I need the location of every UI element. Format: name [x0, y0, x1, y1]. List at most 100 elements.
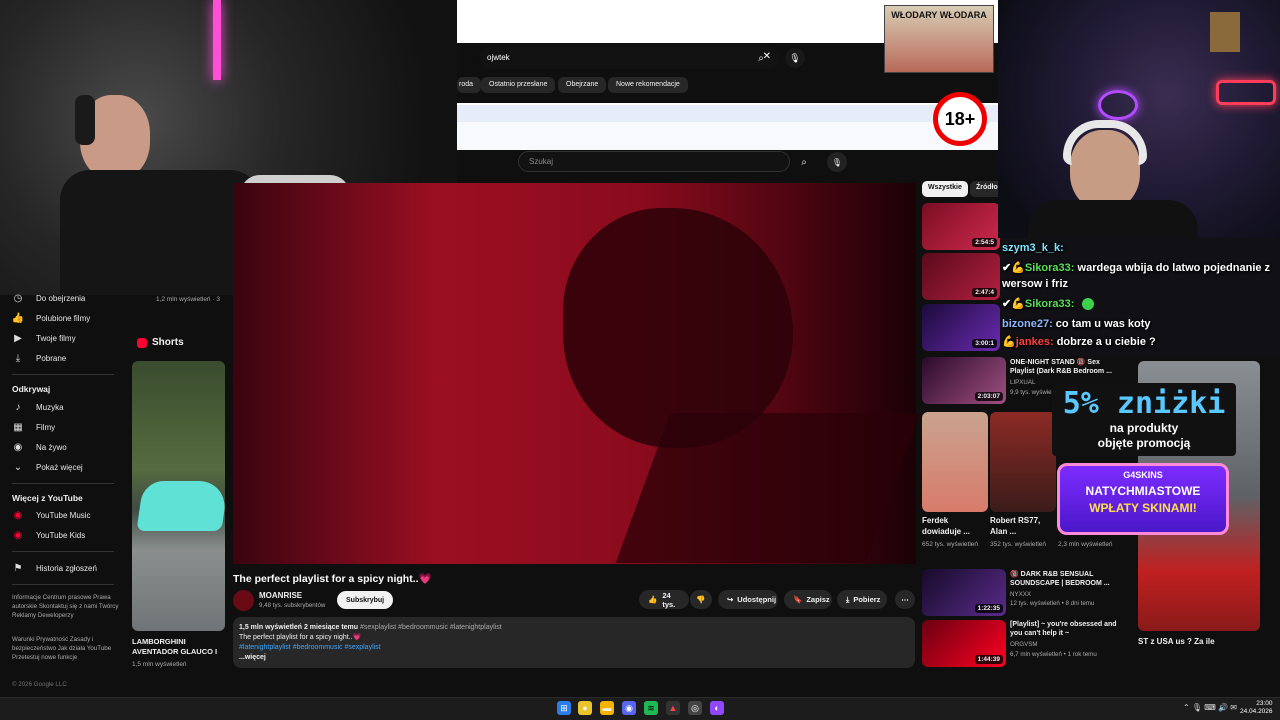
rec-channel-5[interactable]: NYXXX [1010, 591, 1031, 598]
folder-icon[interactable]: ▬ [600, 701, 614, 715]
chip-watched[interactable]: Obejrzane [558, 77, 607, 93]
sidebar-item-top_items-1[interactable]: 👍 Polubione filmy [12, 311, 90, 325]
sidebar-label: Muzyka [36, 402, 64, 412]
clock[interactable]: 23:00 24.04.2026 [1240, 700, 1273, 716]
sidebar-item-explore_items-1[interactable]: ▦ Filmy [12, 420, 55, 434]
footer-links-2[interactable]: Warunki Prywatność Zasady i bezpieczeńst… [12, 635, 122, 662]
video-views: 1,2 mln wyświetleń · 3 [156, 296, 220, 303]
rec-channel-4[interactable]: LIPXUAL [1010, 379, 1035, 386]
sidebar-label: Pobrane [36, 353, 67, 363]
start-icon[interactable]: ⊞ [557, 701, 571, 715]
rec-thumb-3[interactable]: 3:00:1 [922, 304, 1000, 351]
download-icon: ⤓ [15, 352, 21, 364]
badge-icon: ✔💪 [1002, 262, 1025, 274]
show-more-link[interactable]: ...więcej [239, 653, 909, 663]
short-thumb-ferdek[interactable] [922, 412, 988, 512]
chat-text-5: dobrze a u ciebie ? [1056, 336, 1156, 348]
wlodary-banner: WŁODARY WŁODARA [884, 5, 994, 73]
rec-meta-6: 6,7 mln wyświetleń • 1 rok temu [1010, 651, 1097, 658]
chip-new-recs[interactable]: Nowe rekomendacje [608, 77, 688, 93]
search-placeholder: Szukaj [529, 157, 554, 166]
download-button[interactable]: ⤓ Pobierz [837, 590, 887, 609]
chip-recent[interactable]: Ostatnio przesłane [481, 77, 556, 93]
rec-duration-4: 2:03:07 [974, 392, 1003, 401]
sidebar-label: YouTube Kids [36, 530, 86, 540]
sidebar-heading-more: Więcej z YouTube [12, 493, 83, 503]
spotify-icon[interactable]: ≋ [644, 701, 658, 715]
discord-icon[interactable]: ◉ [622, 701, 636, 715]
top-search-input[interactable]: ojwtek ✕ [479, 47, 779, 69]
rec-title-4[interactable]: ONE-NIGHT STAND 🔞 Sex Playlist (Dark R&B… [1010, 358, 1120, 376]
rec-duration-2: 2:47:4 [972, 288, 997, 297]
save-button[interactable]: 🔖 Zapisz [784, 590, 832, 609]
main-mic-icon[interactable]: 🎙 [827, 152, 847, 172]
chat-user-1: szym3_k_k: [1002, 242, 1064, 254]
sidebar-item-explore_items-3[interactable]: ⌄ Pokaż więcej [12, 460, 83, 474]
share-button[interactable]: ↪ Udostępnij [718, 590, 778, 609]
sidebar-item-explore_items-2[interactable]: ◉ Na żywo [12, 440, 67, 454]
channel-avatar[interactable] [233, 590, 254, 611]
mic-icon[interactable]: 🎙 [785, 48, 805, 68]
rec-thumb-2[interactable]: 2:47:4 [922, 253, 1000, 300]
app-icon[interactable]: ▲ [666, 701, 680, 715]
more-actions-button[interactable]: ⋯ [895, 590, 915, 609]
search-query: ojwtek [487, 53, 510, 62]
neon-sign [1216, 80, 1276, 105]
short-title-ferdek[interactable]: Ferdek dowiaduje ... [922, 515, 984, 537]
rec-title-6[interactable]: [Playlist] ~ you're obsessed and you can… [1010, 620, 1120, 638]
footer-links-1[interactable]: Informacje Centrum prasowe Prawa autorsk… [12, 593, 122, 620]
rec-duration-5: 1:22:35 [974, 604, 1003, 613]
subscriber-count: 9,48 tys. subskrybentów [259, 602, 326, 609]
chrome-icon[interactable]: ● [578, 701, 592, 715]
light-strip [457, 105, 998, 122]
video-icon: ▶ [14, 332, 22, 344]
sidebar-item-report-history[interactable]: ⚑ Historia zgłoszeń [12, 561, 97, 575]
sidebar-item-more_items-0[interactable]: ◉ YouTube Music [12, 508, 91, 522]
sidebar-item-top_items-0[interactable]: ◷ Do obejrzenia [12, 291, 86, 305]
dislike-button[interactable]: 👎 [690, 590, 712, 609]
sidebar-divider [12, 551, 114, 552]
sidebar-item-more_items-1[interactable]: ◉ YouTube Kids [12, 528, 86, 542]
rec-thumb-1[interactable]: 2:54:5 [922, 203, 1000, 250]
rec-thumb-5[interactable]: 1:22:35 [922, 569, 1006, 616]
sidebar-item-top_items-3[interactable]: ⤓ Pobrane [12, 351, 66, 365]
video-description[interactable]: 1,5 mln wyświetleń 2 miesiące temu #sexp… [233, 617, 915, 668]
video-player[interactable] [233, 183, 921, 564]
right-short-title[interactable]: ST z USA us ? Za ile [1138, 637, 1215, 646]
desc-tags-2[interactable]: #latenightplaylist #bedroommusic #sexpla… [239, 643, 909, 653]
rec-thumb-6[interactable]: 1:44:39 [922, 620, 1006, 667]
clock-date: 24.04.2026 [1240, 708, 1273, 715]
sidebar-label: Polubione filmy [36, 313, 91, 323]
clock-time: 23:00 [1256, 700, 1273, 707]
desc-line: The perfect playlist for a spicy night..… [239, 634, 362, 641]
rec-duration-3: 3:00:1 [972, 339, 997, 348]
main-search-icon[interactable]: ⌕ [794, 152, 814, 172]
rec-meta-5: 12 tys. wyświetleń • 8 dni temu [1010, 600, 1095, 607]
promo-big: 5% zniżki [1062, 386, 1226, 421]
short-title[interactable]: LAMBORGHINI AVENTADOR GLAUCO I [132, 637, 232, 657]
channel-name[interactable]: MOANRISE [259, 591, 302, 600]
headphones-icon [75, 95, 95, 145]
short-title-robert[interactable]: Robert RS77, Alan ... [990, 515, 1050, 537]
headphones-icon-2 [1063, 120, 1147, 165]
rec-thumb-4[interactable]: 2:03:07 [922, 357, 1006, 404]
shadow-shape [615, 413, 921, 563]
rec-channel-6[interactable]: ORGVSM [1010, 641, 1038, 648]
sidebar-item-top_items-2[interactable]: ▶ Twoje filmy [12, 331, 75, 345]
promo-line-2: objęte promocją [1097, 436, 1191, 450]
short-thumb-robert[interactable] [990, 412, 1056, 512]
browser-icon[interactable]: ◐ [710, 701, 724, 715]
rec-title-5[interactable]: 🔞 DARK R&B SENSUAL SOUNDSCAPE | BEDROOM … [1010, 570, 1120, 588]
shorts-icon [137, 337, 147, 348]
main-search-input[interactable]: Szukaj [518, 151, 790, 172]
tray-icons[interactable]: ⌃ 🎙 ⌨ 🔊 ✉ [1183, 703, 1237, 712]
sidebar-item-explore_items-0[interactable]: ♪ Muzyka [12, 400, 64, 414]
filter-chip-all[interactable]: Wszystkie [922, 181, 968, 197]
subscribe-button[interactable]: Subskrybuj [337, 591, 394, 609]
short-views-robert: 352 tys. wyświetleń [990, 541, 1046, 548]
obs-icon[interactable]: ◎ [688, 701, 702, 715]
chip-0[interactable]: roda [457, 77, 482, 93]
short-thumbnail[interactable] [132, 361, 225, 631]
like-button[interactable]: 👍 24 tys. [639, 590, 689, 609]
search-icon[interactable]: ⌕ [749, 48, 773, 68]
